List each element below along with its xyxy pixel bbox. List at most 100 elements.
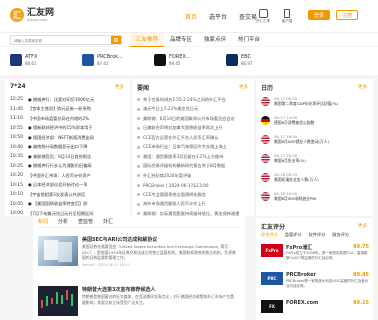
calendar-title: 日历 <box>261 85 274 92</box>
flash-news-item[interactable]: 11:10 【中国市场监管总局在内地的2% <box>10 114 128 124</box>
calendar-event[interactable]: 06-17 16:30 美国6月ADP就业人数变动(万人) <box>261 133 369 147</box>
headline-item[interactable]: CCE市场行业：日本汽车原因令大众推上海上 <box>137 143 253 153</box>
broker-card[interactable]: EBC 86.97 <box>226 53 294 67</box>
calendar-event[interactable]: 06-17 14:00 德国6月消费者信心指数 <box>261 114 369 128</box>
flash-news-list: 12:25 ● 挪威央行：比索对印尼3000亿元 11:45 【宫本主席初】欧元区新一… <box>10 95 128 219</box>
flash-news-time: 10:50 <box>10 135 23 141</box>
bullet-dot-icon <box>137 212 140 216</box>
tool-client-app[interactable]: 客户端 <box>276 9 298 24</box>
headline-text: CCE市场行业：日本汽车原因令大众推上海上 <box>143 144 227 150</box>
flash-news-text: 【中国市场监管总局在内地的2% <box>28 115 90 121</box>
search-box <box>10 35 122 45</box>
rating-item[interactable]: FX FOREX.com 89.15 <box>261 300 369 320</box>
article-item[interactable]: 美国SEC与ARI公司达成和解协议 美国证券交易委员会（United State… <box>38 236 241 268</box>
article-item[interactable]: 特朗普大选第3次宣布推荐候选人 特朗普是美国著名的社交媒体，在竞选期间发表言论，… <box>38 286 241 318</box>
flash-news-time: 10:25 <box>10 163 23 169</box>
broker-card[interactable]: PRCBrok... 87.41 <box>82 53 150 67</box>
flash-news-item[interactable]: 11:45 【宫本主席初】欧元区新一轮采购 <box>10 105 128 115</box>
country-flag-icon <box>261 154 270 163</box>
search-icon <box>114 37 118 42</box>
article-meta: delisoft · 2024-06-17 18:53 <box>82 263 130 267</box>
headline-item[interactable]: 关于交易所排名1.55-2.24%之间的外汇平台 <box>137 95 253 105</box>
headline-more-link[interactable]: 更多 <box>239 84 248 90</box>
rating-panel: 汇友评分 更多 综合评分 监管评分 软件评分 服务评分 FxPro FxPro浦… <box>256 218 373 320</box>
tab-service-score[interactable]: 服务评分 <box>332 232 349 238</box>
rating-more-link[interactable]: 更多 <box>358 223 367 229</box>
broker-logo-icon: FX <box>261 300 283 313</box>
logo-mark-icon: 汇 <box>10 8 24 22</box>
headline-item[interactable]: 外汇经纪商2024年度评级 <box>137 171 253 181</box>
search-button[interactable] <box>111 36 121 44</box>
flash-news-text: ● 日本经济部议会开始讨论一项 <box>28 182 88 188</box>
rating-tabs: 综合评分 监管评分 软件评分 服务评分 <box>261 232 356 238</box>
tab-overall-score[interactable]: 综合评分 <box>261 232 278 238</box>
nav-choose-platform[interactable]: 选平台 <box>209 12 227 21</box>
bullet-dot-icon <box>137 155 140 159</box>
headline-text: PRCBroker | 2024-06-17&13:00 <box>143 182 209 188</box>
headline-item[interactable]: PRCBroker | 2024-06-17&13:00 <box>137 181 253 191</box>
calendar-more-link[interactable]: 更多 <box>358 84 367 90</box>
tab-brand-zone[interactable]: 品牌专区 <box>164 33 198 47</box>
flash-news-time: 11:45 <box>10 106 23 112</box>
article-title: 特朗普大选第3次宣布推荐候选人 <box>82 287 156 293</box>
exchange-rate-icon <box>258 9 268 18</box>
country-flag-icon <box>261 135 270 144</box>
broker-strip: ATFX 88.61 PRCBrok... 87.41 FOREX... 89.… <box>0 47 378 75</box>
flash-news-item[interactable]: 10:10 【宇宙首相第3次发表公共讲话 <box>10 190 128 200</box>
flash-news-time: 10:35 <box>10 154 23 160</box>
login-button[interactable]: 登录 <box>308 10 330 20</box>
tab-hot-platforms[interactable]: 热门平台 <box>232 33 266 47</box>
event-title: 美国初请失业金人数(万人) <box>274 177 319 182</box>
flash-news-item[interactable]: 10:55 ● 俄新联邦经济中的15%资本用于 <box>10 124 128 134</box>
search-input[interactable] <box>14 37 110 44</box>
headline-text: 美联储：6月14日的美国联邦公开市场委员会会议 <box>143 115 235 121</box>
phone-icon <box>284 9 290 18</box>
flash-news-text: 【宇宙首相第3次发表公共讲话 <box>28 191 86 197</box>
flash-news-item[interactable]: 10:40 ● 越南统计局数据显示出口下降 <box>10 143 128 153</box>
flash-news-text: ● 俄新联邦经济中的15%资本用于 <box>28 125 93 131</box>
tab-recommended[interactable]: 汇友推荐 <box>130 33 165 47</box>
logo-title: 汇友网 <box>27 7 55 18</box>
flash-news-item[interactable]: 10:50 ● 德国经济部：NEFT新版消费出现 <box>10 133 128 143</box>
rating-item[interactable]: FxPro FxPro浦汇 89.75 FxPro成立于2006年，是一家受到英… <box>261 244 369 264</box>
calendar-event[interactable]: 06-18 08:15 美国初请失业金人数(万人) <box>261 171 369 185</box>
logo-subtitle: huiyou.com <box>27 17 48 22</box>
headline-item[interactable]: 海外市场通货膨胀人民币计价上行 <box>137 200 253 210</box>
flash-news-panel: 7*24 更多 12:25 ● 挪威央行：比索对印尼3000亿元 11:45 【宫本主… <box>5 79 130 216</box>
article-summary: 特朗普是美国著名的社交媒体，在竞选期间发表言论，对于美国经济政策和外汇市场产生重… <box>82 294 234 305</box>
site-logo[interactable]: 汇 汇友网 huiyou.com <box>10 8 54 22</box>
headline-item[interactable]: 国际交易评级机构最新研究报告关于8月数据 <box>137 162 253 172</box>
headline-item[interactable]: 美国：通货膨胀率3月仍居在3.2%上方维持 <box>137 152 253 162</box>
tab-regulation-score[interactable]: 监管评分 <box>285 232 302 238</box>
headline-text: 关于交易所排名1.55-2.24%之间的外汇平台 <box>143 96 226 102</box>
headline-item[interactable]: 日美联合声明对加拿大国债收益率再次上升 <box>137 124 253 134</box>
flash-more-link[interactable]: 更多 <box>115 84 124 90</box>
flash-news-item[interactable]: 10:20 【中国外汇市场：人民币计价资产 <box>10 171 128 181</box>
calendar-event[interactable]: 06-17 09:30 美国第二季度GDP年化季环比初值(%) <box>261 95 369 109</box>
flash-news-item[interactable]: 10:35 ● 美联储官员：6月14日首份报告 <box>10 152 128 162</box>
tab-software-score[interactable]: 软件评分 <box>309 232 326 238</box>
register-button[interactable]: 注册 <box>336 10 358 20</box>
headline-item[interactable]: 美联储：6月14日的美国联邦公开市场委员会会议 <box>137 114 253 124</box>
tool-exchange-rate[interactable]: 外汇汇率 <box>252 9 274 24</box>
flash-news-item[interactable]: 10:15 ● 日本经济部议会开始讨论一项 <box>10 181 128 191</box>
headline-item[interactable]: CCE专业管理系统全面透明化服务 <box>137 190 253 200</box>
flash-news-item[interactable]: 10:05 ● 【美国国债收益率转变后】欧 <box>10 200 128 210</box>
bullet-dot-icon <box>137 174 140 178</box>
flash-news-text: ● 【美国国债收益率转变后】欧 <box>28 201 88 207</box>
flash-news-text: 【中国外汇市场：人民币计价资产 <box>28 172 91 178</box>
headline-item[interactable]: 澳元今日上5.22%美金兑日元 <box>137 105 253 115</box>
calendar-event[interactable]: 06-18 10:00 美国6月ISM非制造业PMI <box>261 190 369 204</box>
headline-item[interactable]: CCE官方运营在外汇平台人民币汇率确认 <box>137 133 253 143</box>
flash-news-item[interactable]: 10:25 ● 挪威央行行长认为通胀仍旧偏高 <box>10 162 128 172</box>
nav-home[interactable]: 首页 <box>185 12 197 21</box>
tab-exclusive-review[interactable]: 独家点评 <box>198 33 232 47</box>
calendar-event[interactable]: 06-17 20:30 美国6月失业率(%) <box>261 152 369 166</box>
broker-card[interactable]: ATFX 88.61 <box>10 53 78 67</box>
headline-text: 美国：通货膨胀率3月仍居在3.2%上方维持 <box>143 153 224 159</box>
broker-logo-icon <box>226 54 238 66</box>
broker-card[interactable]: FOREX... 89.45 <box>154 53 222 67</box>
flash-news-title: 7*24 <box>10 83 26 90</box>
flash-news-item[interactable]: 12:25 ● 挪威央行：比索对印尼3000亿元 <box>10 95 128 105</box>
rating-item[interactable]: PRC PRCBroker 89.45 PRCBroker是一家受澳大利亚ASI… <box>261 272 369 292</box>
